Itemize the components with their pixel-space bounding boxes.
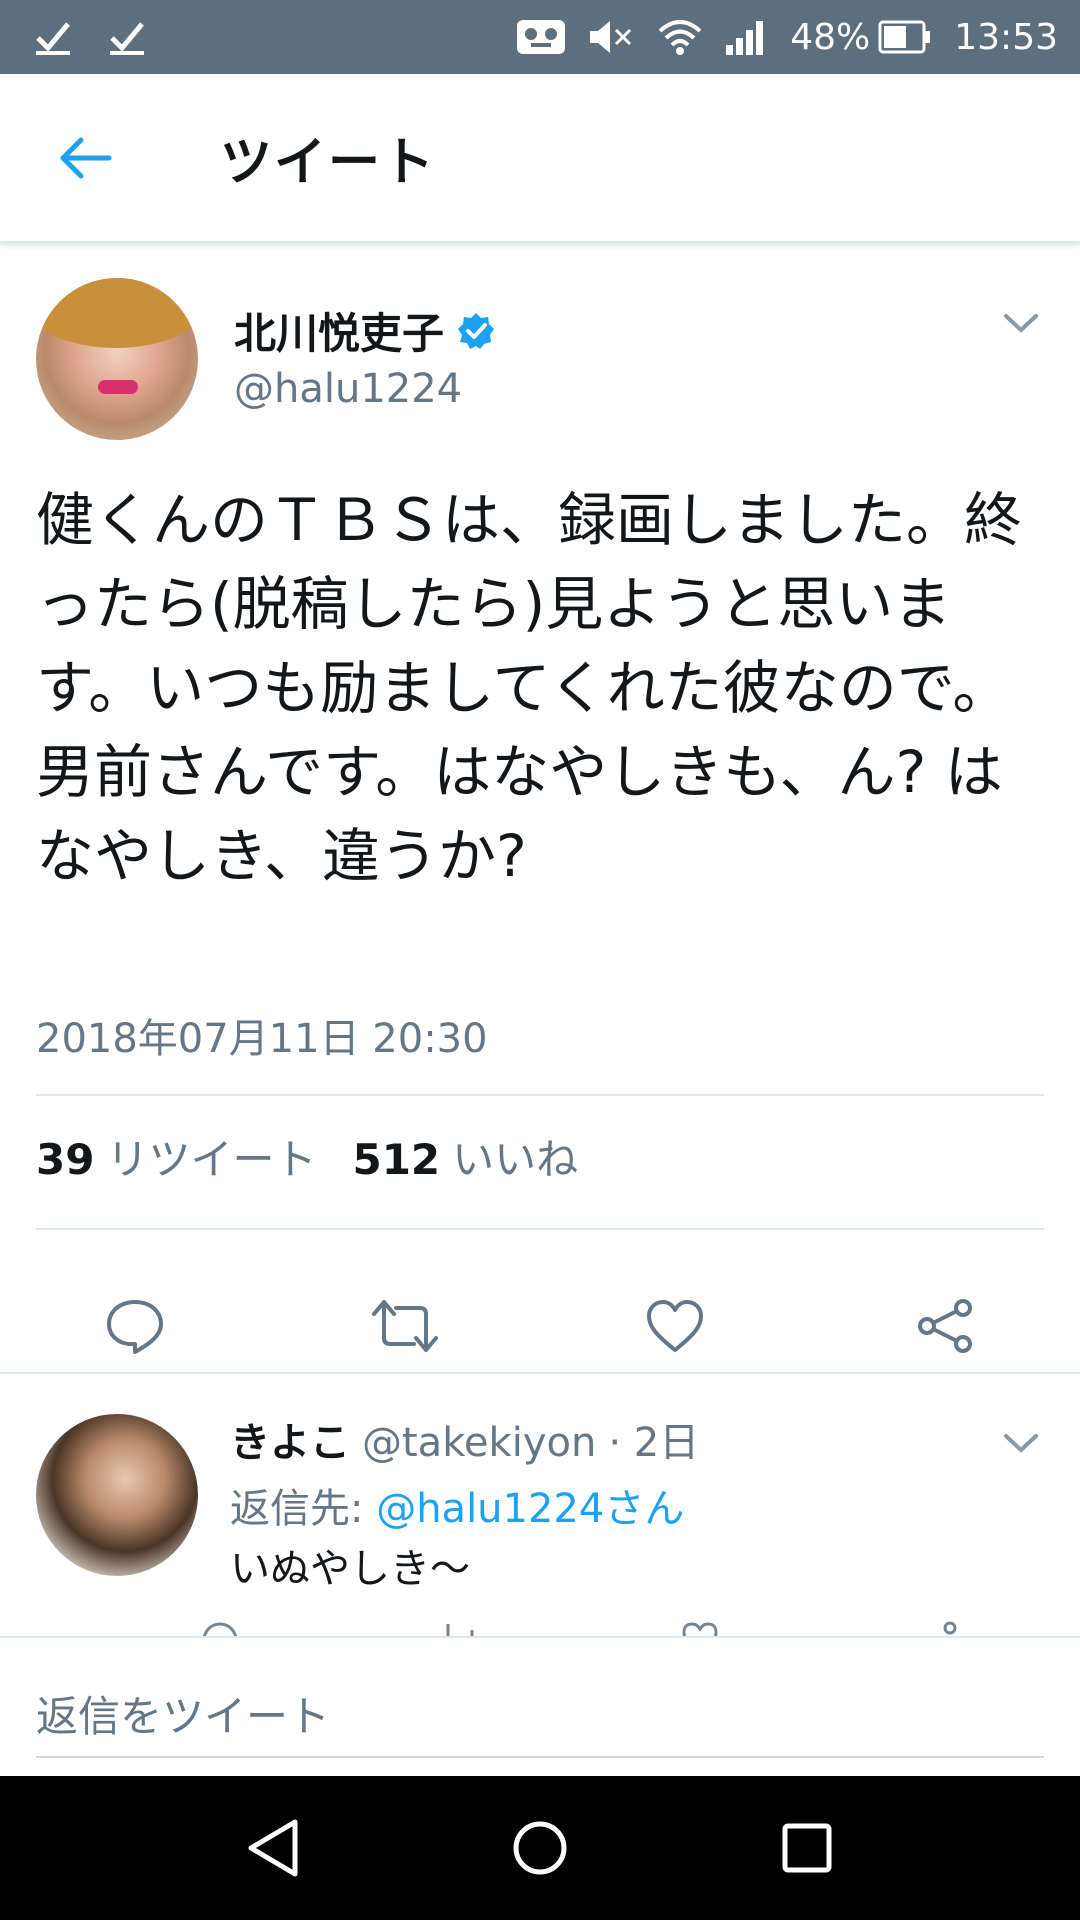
tweet-actions [0,1266,1080,1386]
like-count: 512 [352,1135,441,1184]
author-name-row[interactable]: 北川悦吏子 [234,300,496,361]
compose-bar: 返信をツイート [0,1636,1080,1776]
retweet-button[interactable] [270,1266,540,1386]
nav-recents-button[interactable] [757,1798,857,1898]
reply-to-prefix: 返信先: [230,1486,377,1532]
chevron-down-icon [1004,314,1038,333]
system-nav-bar [0,1776,1080,1920]
status-bar: 48% 13:53 [0,0,1080,74]
check-icon [34,18,72,56]
reply-input[interactable]: 返信をツイート [36,1670,1044,1758]
wifi-icon [658,19,702,55]
share-icon [918,1299,972,1353]
reply-author-handle: @takekiyon [362,1420,597,1466]
reply-menu-button[interactable] [996,1418,1046,1468]
page-title: ツイート [220,133,437,193]
reply-icon [107,1300,163,1354]
retweet-icon [372,1300,438,1352]
retweet-count: 39 [36,1135,95,1184]
reply-header: きよこ @takekiyon · 2日 [230,1410,699,1468]
like-label: いいね [452,1135,579,1184]
app-bar: ツイート [0,74,1080,244]
tweet-menu-button[interactable] [996,298,1046,348]
share-button[interactable] [810,1266,1080,1386]
circle-home-icon [513,1821,567,1875]
divider [36,1228,1044,1230]
reply-actions [200,1620,960,1636]
check-icon [108,18,146,56]
like-stat[interactable]: 512 いいね [352,1126,578,1187]
like-button[interactable] [540,1266,810,1386]
reply-time: · 2日 [608,1420,700,1466]
back-button[interactable] [30,103,140,213]
square-recents-icon [782,1823,832,1873]
reply-to-line: 返信先: @halu1224さん [230,1476,684,1534]
heart-icon [647,1300,703,1352]
author-handle: @halu1224 [234,366,463,412]
signal-icon [724,19,768,55]
battery-icon [878,20,932,54]
avatar[interactable] [36,278,198,440]
tweet-timestamp: 2018年07月11日 20:30 [36,1016,488,1062]
divider [36,1094,1044,1096]
retweet-stat[interactable]: 39 リツイート [36,1126,316,1187]
chevron-down-icon [1004,1434,1038,1453]
battery-percent: 48% [790,16,871,58]
triangle-back-icon [248,1819,298,1877]
reply-text: いぬやしき〜 [230,1546,470,1592]
retweet-icon[interactable] [440,1620,480,1636]
verified-badge-icon [458,312,495,349]
avatar[interactable] [36,1414,198,1576]
mute-icon [588,18,636,56]
reply-icon[interactable] [200,1620,240,1636]
reply-button[interactable] [0,1266,270,1386]
retweet-label: リツイート [106,1135,317,1184]
author-name: 北川悦吏子 [234,309,445,358]
reply-author-name[interactable]: きよこ [230,1410,350,1468]
tweet-text: 健くんのＴＢＳは、録画しました。終ったら(脱稿したら)見ようと思います。いつも励… [36,486,1023,890]
reply-to-mention[interactable]: @halu1224さん [376,1486,684,1532]
voicemail-icon [516,19,566,55]
nav-back-button[interactable] [223,1798,323,1898]
tweet-stats: 39 リツイート 512 いいね [36,1126,578,1187]
tweet-author: 北川悦吏子 @halu1224 [36,278,1046,443]
arrow-left-icon [60,137,112,178]
nav-home-button[interactable] [490,1798,590,1898]
heart-icon[interactable] [680,1620,720,1636]
clock: 13:53 [954,16,1058,58]
share-icon[interactable] [920,1620,960,1636]
reply-item[interactable]: きよこ @takekiyon · 2日 返信先: @halu1224さん いぬや… [0,1374,1080,1636]
